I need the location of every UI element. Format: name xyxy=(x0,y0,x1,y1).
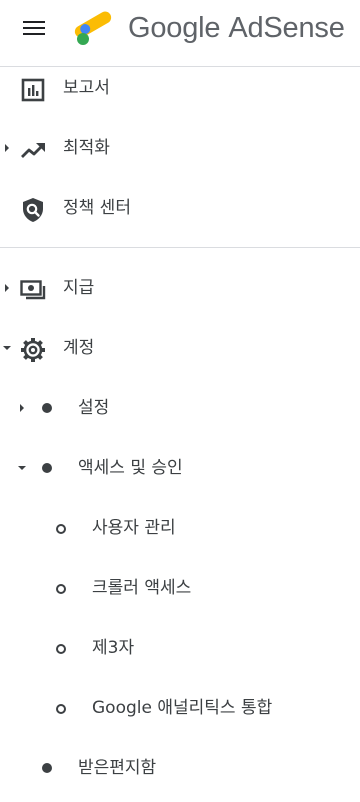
payments-icon xyxy=(20,277,46,303)
nav-label-account: 계정 xyxy=(63,338,95,358)
nav-item-access-authorization[interactable]: 액세스 및 승인 xyxy=(0,446,360,490)
nav-label-third-parties: 제3자 xyxy=(92,638,135,658)
adsense-logo-icon xyxy=(72,6,118,46)
menu-bar xyxy=(23,27,45,29)
nav-item-analytics-integration[interactable]: Google 애널리틱스 통합 xyxy=(0,686,360,730)
expand-down-icon xyxy=(3,346,11,350)
expand-right-icon xyxy=(5,144,9,152)
nav-item-policy-center[interactable]: 정책 센터 xyxy=(0,186,360,230)
nav-item-inbox[interactable]: 받은편지함 xyxy=(0,746,360,790)
bullet-ring-icon xyxy=(56,584,66,594)
nav-item-user-management[interactable]: 사용자 관리 xyxy=(0,506,360,550)
nav-label-analytics-integration: Google 애널리틱스 통합 xyxy=(92,698,273,718)
nav-label-access-authorization: 액세스 및 승인 xyxy=(78,458,183,478)
hamburger-menu-button[interactable] xyxy=(14,14,54,42)
bullet-dot-icon xyxy=(42,463,52,473)
nav-label-crawler-access: 크롤러 액세스 xyxy=(92,578,192,598)
nav-item-payments[interactable]: 지급 xyxy=(0,266,360,310)
menu-bar xyxy=(23,21,45,23)
section-divider xyxy=(0,247,360,248)
nav-item-third-parties[interactable]: 제3자 xyxy=(0,626,360,670)
trending-up-icon xyxy=(20,137,46,163)
expand-down-icon xyxy=(18,466,26,470)
nav-item-reports[interactable]: 보고서 xyxy=(0,66,360,110)
nav-item-crawler-access[interactable]: 크롤러 액세스 xyxy=(0,566,360,610)
nav-label-payments: 지급 xyxy=(63,278,95,298)
nav-label-reports: 보고서 xyxy=(63,78,110,98)
nav-item-optimization[interactable]: 최적화 xyxy=(0,126,360,170)
gear-icon xyxy=(20,337,46,363)
bullet-dot-icon xyxy=(42,403,52,413)
app-header: Google AdSense xyxy=(0,0,360,60)
shield-search-icon xyxy=(20,197,46,223)
bullet-dot-icon xyxy=(42,763,52,773)
expand-right-icon xyxy=(20,404,24,412)
menu-bar xyxy=(23,33,45,35)
bullet-ring-icon xyxy=(56,644,66,654)
bar-chart-icon xyxy=(20,77,46,103)
brand-product: AdSense xyxy=(228,11,345,44)
nav-label-settings: 설정 xyxy=(78,398,110,418)
nav-label-inbox: 받은편지함 xyxy=(78,758,157,778)
nav-item-settings[interactable]: 설정 xyxy=(0,386,360,430)
nav-label-user-management: 사용자 관리 xyxy=(92,518,176,538)
brand-google: Google xyxy=(128,11,221,44)
bullet-ring-icon xyxy=(56,704,66,714)
nav-item-account[interactable]: 계정 xyxy=(0,326,360,370)
nav-label-optimization: 최적화 xyxy=(63,138,110,158)
brand-wordmark: Google AdSense xyxy=(128,8,345,48)
bullet-ring-icon xyxy=(56,524,66,534)
nav-label-policy-center: 정책 센터 xyxy=(63,198,131,218)
expand-right-icon xyxy=(5,284,9,292)
